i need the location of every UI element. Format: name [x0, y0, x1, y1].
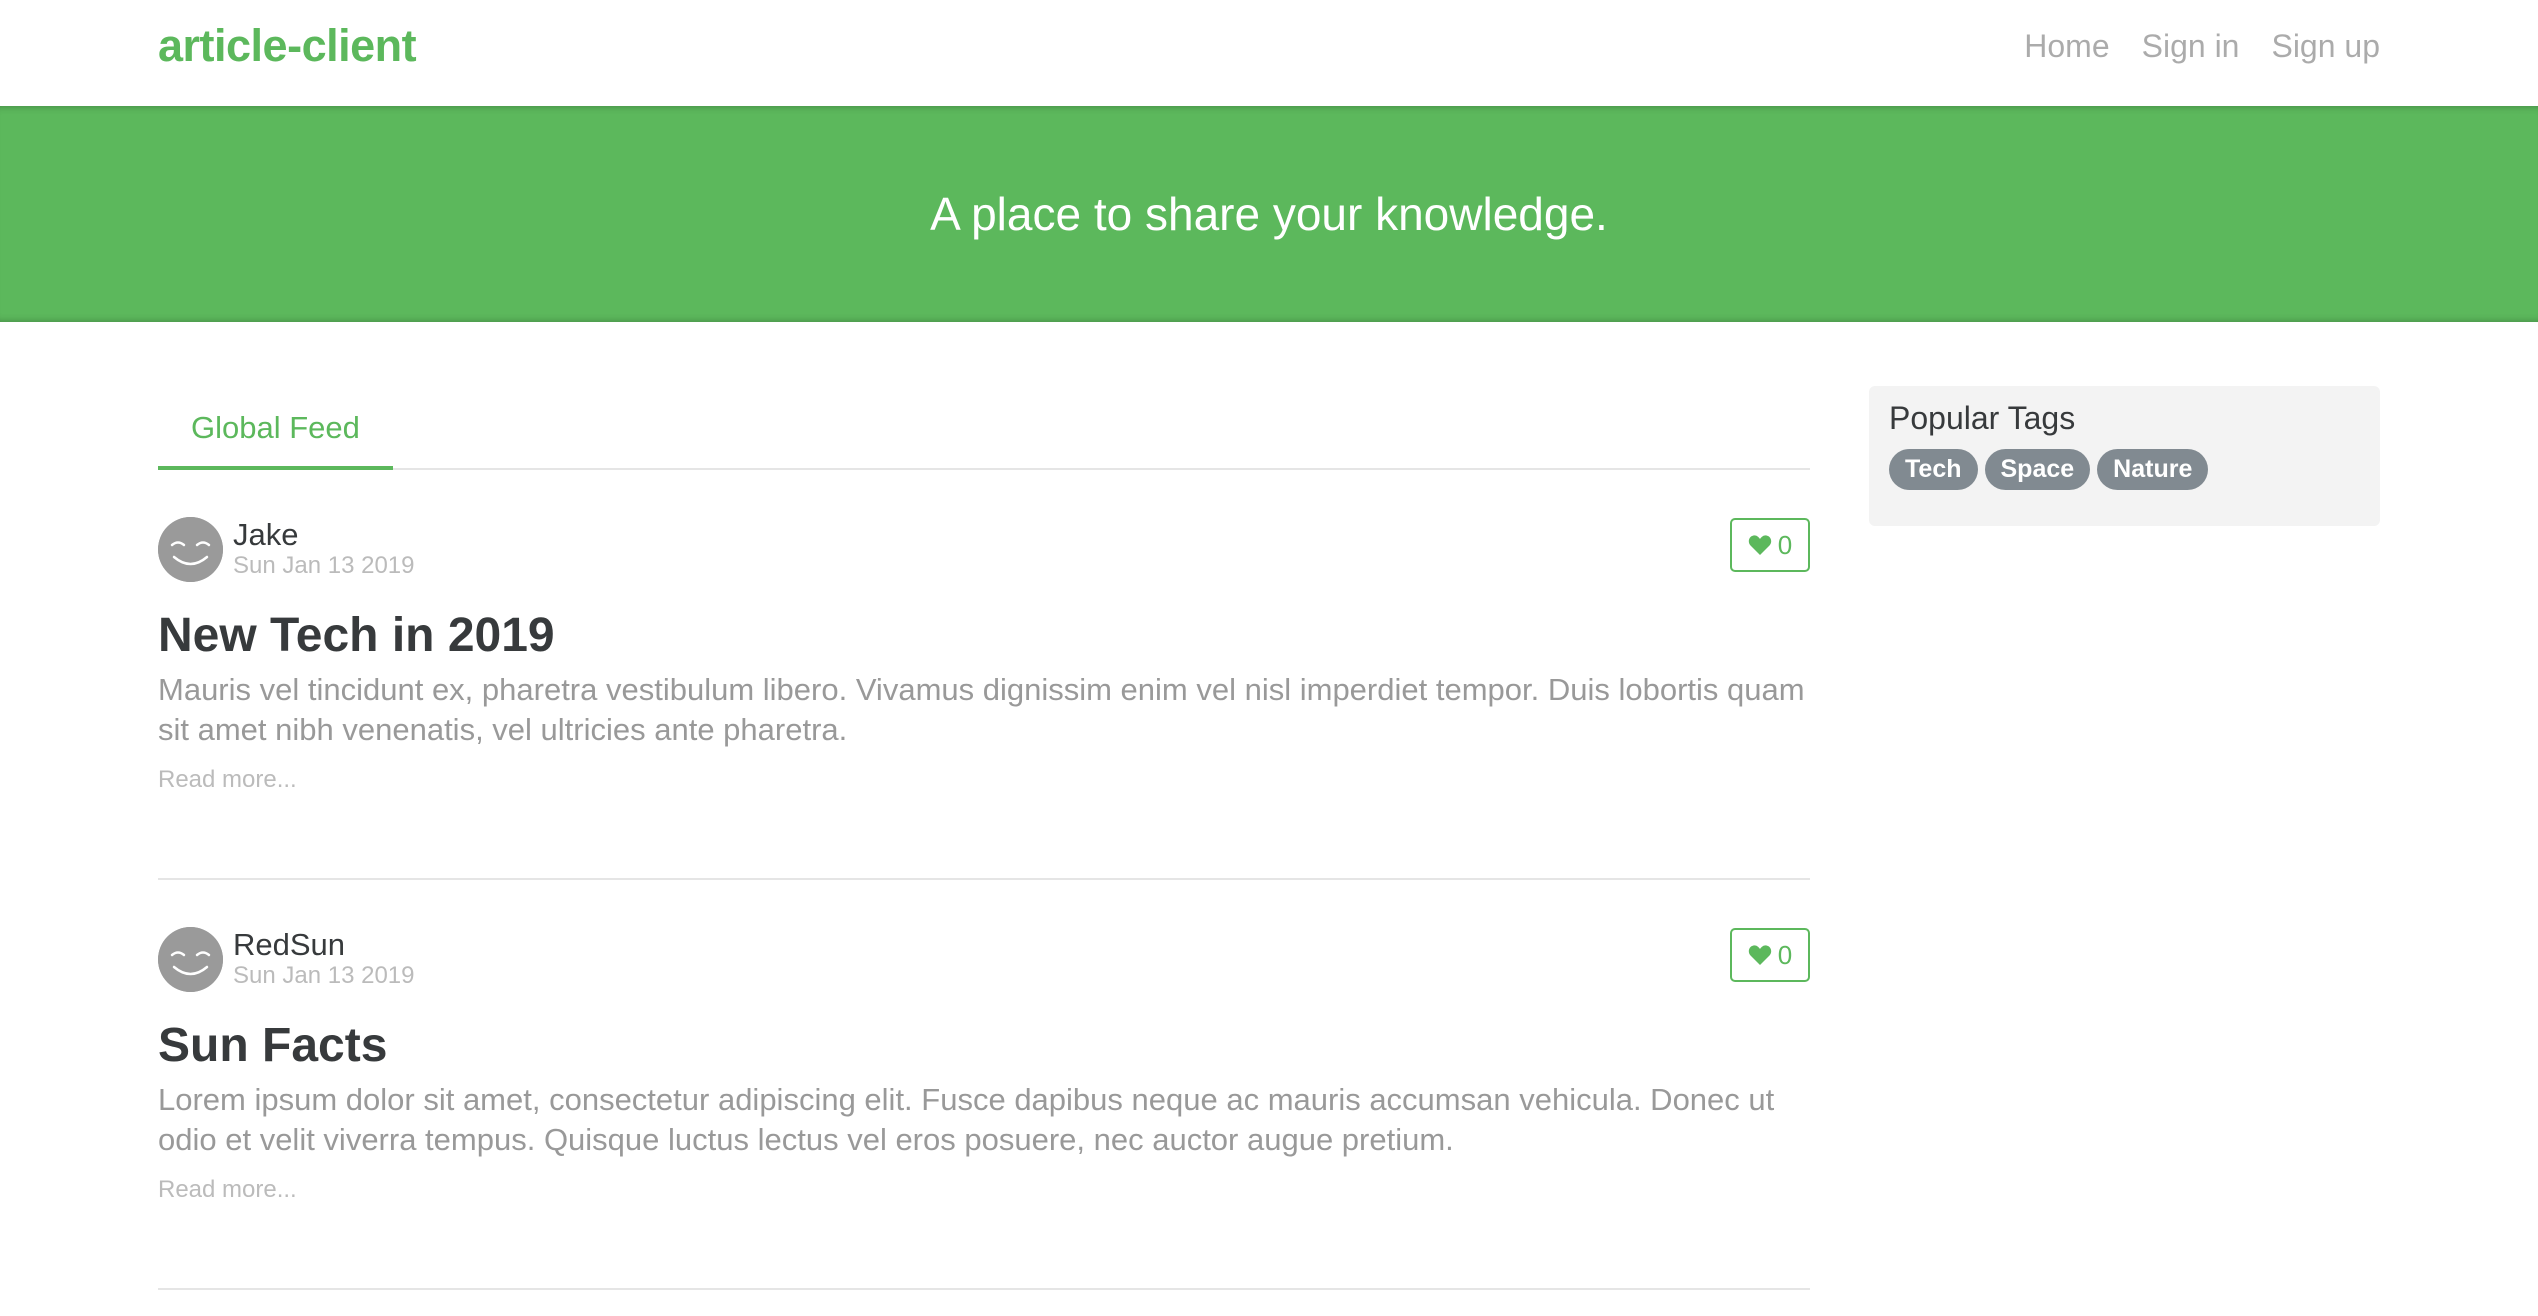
tag-pill-space[interactable]: Space: [1984, 449, 2091, 490]
avatar[interactable]: [158, 926, 223, 992]
nav-sign-in[interactable]: Sign in: [2142, 28, 2240, 65]
heart-icon: [1748, 535, 1771, 555]
smiley-avatar-icon: [158, 926, 223, 992]
navbar: article-client Home Sign in Sign up: [0, 0, 2538, 106]
author-name[interactable]: Jake: [233, 518, 415, 552]
read-more-link[interactable]: Read more...: [158, 1176, 297, 1204]
tab-global-feed[interactable]: Global Feed: [158, 410, 393, 470]
article-meta: Jake Sun Jan 13 2019: [158, 516, 415, 582]
tag-pill-tech[interactable]: Tech: [1889, 449, 1978, 490]
tag-pill-nature[interactable]: Nature: [2097, 449, 2209, 490]
article-description: Mauris vel tincidunt ex, pharetra vestib…: [158, 672, 1805, 747]
author-info: RedSun Sun Jan 13 2019: [233, 928, 415, 990]
article-title[interactable]: Sun Facts: [158, 1018, 387, 1073]
heart-icon: [1748, 945, 1771, 965]
tag-list: Tech Space Nature: [1889, 449, 2360, 490]
article-meta: RedSun Sun Jan 13 2019: [158, 926, 415, 992]
banner: A place to share your knowledge.: [0, 106, 2538, 322]
article-date: Sun Jan 13 2019: [233, 552, 415, 579]
author-info: Jake Sun Jan 13 2019: [233, 518, 415, 580]
popular-tags-sidebar: Popular Tags Tech Space Nature: [1869, 386, 2380, 526]
sidebar-title: Popular Tags: [1889, 400, 2076, 436]
favorite-count: 0: [1777, 939, 1793, 970]
author-name[interactable]: RedSun: [233, 928, 415, 962]
banner-tagline: A place to share your knowledge.: [930, 188, 1608, 240]
main-feed: Global Feed Jake Sun Jan 13 2019 0 New T…: [158, 322, 1810, 1290]
read-more-link[interactable]: Read more...: [158, 766, 297, 794]
page: article-client Home Sign in Sign up A pl…: [0, 0, 2538, 1316]
favorite-button[interactable]: 0: [1730, 518, 1810, 572]
article-preview: Jake Sun Jan 13 2019 0 New Tech in 2019 …: [158, 470, 1810, 880]
article-title[interactable]: New Tech in 2019: [158, 608, 555, 663]
smiley-avatar-icon: [158, 516, 223, 582]
nav-links: Home Sign in Sign up: [2024, 28, 2380, 65]
article-preview: RedSun Sun Jan 13 2019 0 Sun Facts Lorem…: [158, 880, 1810, 1290]
article-description: Lorem ipsum dolor sit amet, consectetur …: [158, 1082, 1775, 1157]
nav-sign-up[interactable]: Sign up: [2271, 28, 2380, 65]
nav-home[interactable]: Home: [2024, 28, 2109, 65]
feed-toggle: Global Feed: [158, 388, 1810, 470]
favorite-count: 0: [1777, 529, 1793, 560]
favorite-button[interactable]: 0: [1730, 928, 1810, 982]
brand-logo[interactable]: article-client: [158, 20, 417, 72]
article-date: Sun Jan 13 2019: [233, 962, 415, 989]
avatar[interactable]: [158, 516, 223, 582]
